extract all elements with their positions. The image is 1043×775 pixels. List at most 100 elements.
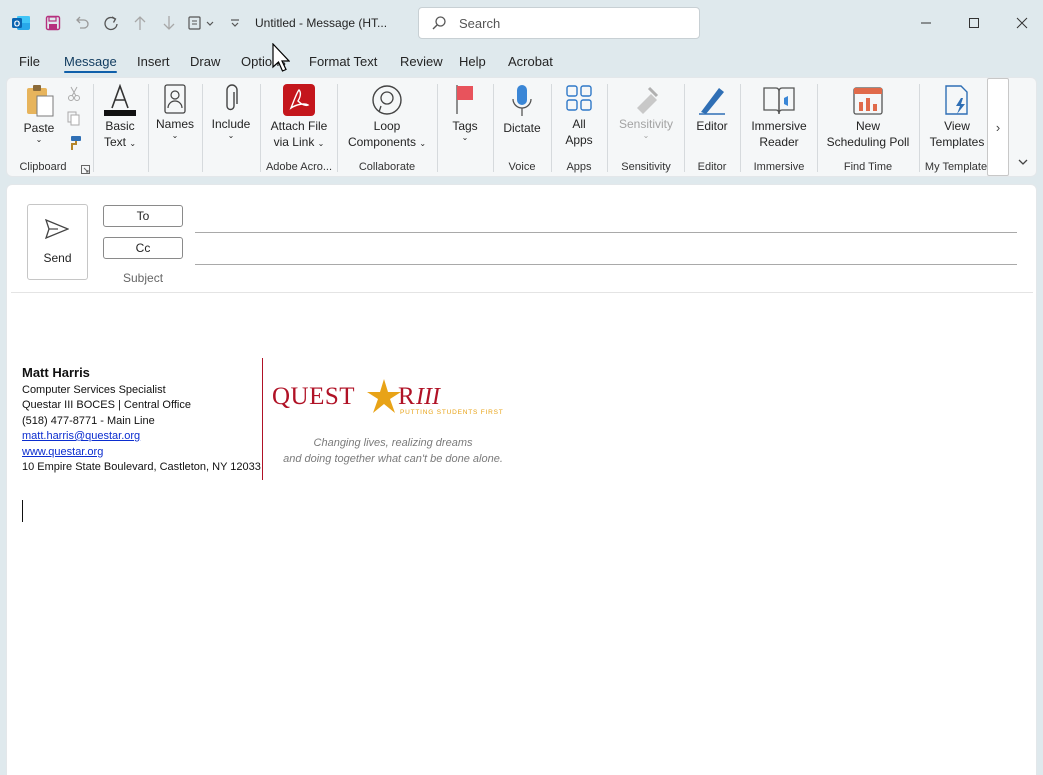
questar-logo: QUEST R III PUTTING STUDENTS FIRST — [272, 379, 503, 416]
tab-draw[interactable]: Draw — [190, 54, 220, 69]
chevron-down-icon: ⌄ — [227, 131, 235, 140]
cut-icon[interactable] — [67, 86, 81, 105]
signature-email-link[interactable]: matt.harris@questar.org — [22, 430, 140, 442]
format-painter-icon[interactable] — [67, 135, 83, 154]
chevron-down-icon: ⌄ — [642, 131, 650, 140]
signature-website-link[interactable]: www.questar.org — [22, 446, 103, 458]
save-icon[interactable] — [42, 12, 64, 34]
cc-input[interactable] — [197, 239, 1015, 259]
tab-format-text[interactable]: Format Text — [309, 54, 377, 69]
immersive-reader-button[interactable]: Immersive Reader — [746, 84, 812, 150]
tab-help[interactable]: Help — [459, 54, 486, 69]
immersive-label-1: Immersive — [751, 119, 807, 133]
outlook-app-icon: O — [12, 16, 30, 30]
subject-label: Subject — [123, 271, 164, 285]
poll-label-1: New — [855, 119, 880, 133]
basic-text-label-2: Text — [103, 135, 126, 149]
include-label: Include — [211, 117, 251, 131]
copy-icon[interactable] — [67, 111, 81, 130]
customize-toolbar-icon[interactable] — [224, 12, 246, 34]
tags-label: Tags — [452, 119, 478, 133]
send-label: Send — [43, 251, 72, 265]
group-clipboard-label: Clipboard — [19, 161, 67, 173]
maximize-button[interactable] — [959, 8, 989, 38]
window-title: Untitled - Message (HT... — [255, 16, 388, 30]
tagline-line-2: and doing together what can't be done al… — [283, 453, 503, 465]
redo-icon[interactable] — [100, 12, 122, 34]
minimize-button[interactable] — [911, 8, 941, 38]
compose-area: Send To Cc Subject Matt Harris Computer … — [6, 184, 1037, 775]
adobe-acrobat-icon — [283, 84, 315, 116]
templates-icon — [945, 85, 968, 115]
undo-icon[interactable] — [71, 12, 93, 34]
paperclip-icon — [226, 84, 238, 111]
menu-bar: File Message Insert Draw Options Format … — [0, 50, 1043, 74]
sensitivity-icon — [637, 86, 659, 114]
ribbon-expand-button[interactable] — [1017, 156, 1029, 171]
chevron-down-icon: ⌄ — [129, 139, 137, 148]
all-apps-label-2: Apps — [565, 133, 593, 147]
signature-name: Matt Harris — [22, 365, 90, 380]
poll-label-2: Scheduling Poll — [826, 135, 910, 149]
tab-insert[interactable]: Insert — [137, 54, 170, 69]
basic-text-label-1: Basic — [105, 119, 135, 133]
chevron-down-icon: ⌄ — [35, 135, 43, 144]
tab-acrobat[interactable]: Acrobat — [508, 54, 553, 69]
minimize-icon — [921, 22, 931, 24]
address-book-icon — [164, 84, 186, 114]
font-color-icon — [104, 84, 136, 116]
templates-label-2: Templates — [929, 135, 985, 149]
new-scheduling-poll-button[interactable]: New Scheduling Poll — [822, 84, 914, 150]
signature-phone: (518) 477-8771 - Main Line — [22, 414, 155, 427]
scheduling-poll-icon — [853, 87, 883, 115]
svg-text:QUEST: QUEST — [272, 383, 355, 410]
search-box[interactable] — [418, 7, 700, 39]
to-button[interactable]: To — [103, 205, 183, 227]
ribbon-scroll-right-button[interactable]: › — [987, 78, 1009, 176]
svg-text:III: III — [415, 384, 441, 410]
subject-input[interactable] — [197, 269, 1015, 289]
arrow-down-icon[interactable] — [158, 12, 180, 34]
loop-label-2: Components — [347, 135, 416, 149]
dictate-button[interactable]: Dictate — [499, 84, 545, 136]
close-button[interactable] — [1007, 8, 1037, 38]
tab-file[interactable]: File — [19, 54, 40, 69]
dictate-label: Dictate — [503, 121, 541, 135]
search-input[interactable] — [459, 14, 689, 32]
to-input[interactable] — [197, 207, 1015, 227]
view-templates-button[interactable]: View Templates — [925, 84, 989, 150]
include-button[interactable]: Include ⌄ — [207, 84, 255, 140]
tags-button[interactable]: Tags ⌄ — [443, 84, 487, 142]
paste-button[interactable]: Paste ⌄ — [17, 84, 61, 144]
loop-components-button[interactable]: Loop Components ⌄ — [344, 84, 430, 152]
immersive-label-2: Reader — [759, 135, 799, 149]
templates-label-1: View — [944, 119, 970, 133]
attach-label-1: Attach File — [270, 119, 328, 133]
form-dropdown-icon[interactable] — [186, 12, 218, 34]
text-caret — [22, 500, 23, 522]
title-bar: O Untitled - Message (HT... — [0, 0, 1043, 46]
editor-pen-icon — [699, 88, 725, 115]
send-icon — [45, 219, 69, 239]
sensitivity-button[interactable]: Sensitivity ⌄ — [613, 84, 679, 140]
tagline-line-1: Changing lives, realizing dreams — [313, 437, 473, 449]
immersive-reader-icon — [763, 87, 795, 115]
tab-message[interactable]: Message — [64, 54, 117, 73]
all-apps-label-1: All — [572, 117, 586, 131]
dialog-launcher-icon[interactable] — [81, 163, 90, 177]
basic-text-button[interactable]: Basic Text ⌄ — [99, 84, 141, 152]
editor-button[interactable]: Editor — [690, 84, 734, 134]
signature-tagline: Changing lives, realizing dreams and doi… — [273, 435, 513, 467]
arrow-up-icon[interactable] — [129, 12, 151, 34]
attach-label-2: via Link — [273, 135, 315, 149]
all-apps-button[interactable]: All Apps — [557, 84, 601, 148]
cc-button[interactable]: Cc — [103, 237, 183, 259]
search-icon — [432, 16, 446, 30]
send-button[interactable]: Send — [27, 204, 88, 280]
signature-divider — [262, 358, 263, 480]
chevron-right-icon: › — [995, 119, 1001, 135]
mouse-pointer-icon — [272, 43, 290, 72]
names-button[interactable]: Names ⌄ — [153, 84, 197, 140]
tab-review[interactable]: Review — [400, 54, 443, 69]
attach-file-via-link-button[interactable]: Attach File via Link ⌄ — [266, 84, 332, 152]
